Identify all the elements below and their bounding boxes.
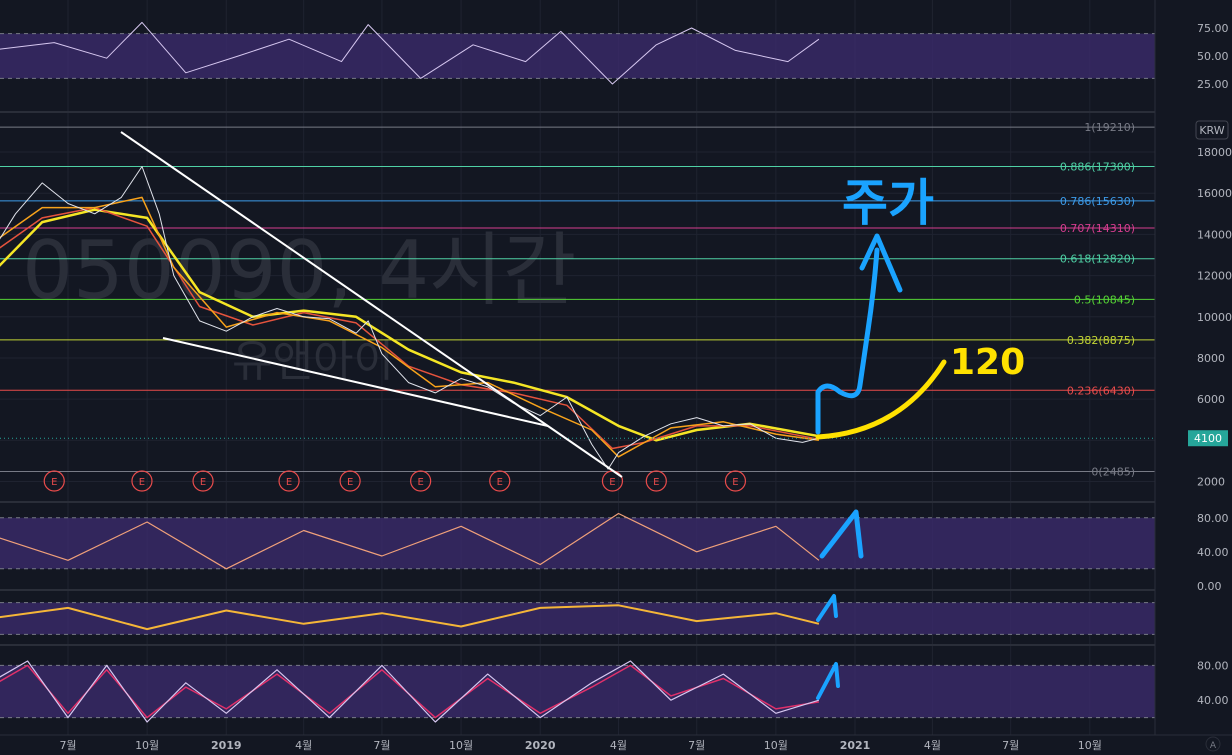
- earnings-badge-text: E: [347, 477, 353, 488]
- fib-level-label: 0.382(8875): [1067, 334, 1135, 347]
- symbol-watermark: 050090, 4시간: [22, 224, 576, 317]
- x-tick-label: 2021: [840, 739, 871, 752]
- oscillator-band: [0, 517, 1155, 569]
- x-tick-label: 4월: [924, 739, 941, 752]
- x-tick-label: 10월: [1078, 739, 1102, 752]
- y-tick-label: 16000: [1197, 187, 1232, 200]
- y-tick-label: 6000: [1197, 393, 1225, 406]
- y-tick-label: 12000: [1197, 270, 1232, 283]
- x-tick-label: 2019: [211, 739, 242, 752]
- auto-scale-glyph: A: [1210, 741, 1217, 751]
- earnings-badge-text: E: [139, 477, 145, 488]
- osc-tick-label: 0.00: [1197, 580, 1222, 593]
- y-tick-label: 10000: [1197, 311, 1232, 324]
- fib-level-label: 0.236(6430): [1067, 384, 1135, 397]
- fib-level-label: 0.786(15630): [1060, 195, 1135, 208]
- earnings-badge-text: E: [497, 477, 503, 488]
- y-tick-label: 14000: [1197, 228, 1232, 241]
- fib-level-label: 0.707(14310): [1060, 222, 1135, 235]
- earnings-badge-text: E: [200, 477, 206, 488]
- fib-level-label: 0.886(17300): [1060, 160, 1135, 173]
- x-tick-label: 7월: [59, 739, 76, 752]
- x-tick-label: 7월: [1002, 739, 1019, 752]
- chart-background: [0, 0, 1232, 755]
- x-tick-label: 7월: [373, 739, 390, 752]
- y-tick-label: 2000: [1197, 475, 1225, 488]
- earnings-badge-text: E: [286, 477, 292, 488]
- fib-level-label: 0(2485): [1091, 465, 1135, 478]
- auto-scale-button[interactable]: A: [1205, 736, 1221, 752]
- x-tick-label: 4월: [295, 739, 312, 752]
- currency-label: KRW: [1199, 124, 1224, 137]
- currency-badge[interactable]: KRW: [1195, 120, 1229, 140]
- x-tick-label: 10월: [449, 739, 473, 752]
- target-annotation-text: 120: [950, 342, 1025, 383]
- ko-annotation-text: 주가: [842, 174, 934, 232]
- name-watermark: 유앤아이: [232, 336, 394, 387]
- earnings-badge-text: E: [417, 477, 423, 488]
- y-tick-label: 8000: [1197, 352, 1225, 365]
- osc-tick-label: 75.00: [1197, 22, 1229, 35]
- oscillator-band: [0, 33, 1155, 79]
- osc-tick-label: 40.00: [1197, 694, 1229, 707]
- fib-level-label: 1(19210): [1084, 121, 1135, 134]
- fib-level-label: 0.618(12820): [1060, 253, 1135, 266]
- osc-tick-label: 50.00: [1197, 50, 1229, 63]
- y-tick-label: 18000: [1197, 146, 1232, 159]
- x-tick-label: 2020: [525, 739, 556, 752]
- x-tick-label: 7월: [688, 739, 705, 752]
- price-axis[interactable]: [1155, 0, 1232, 755]
- fib-level-label: 0.5(10845): [1074, 293, 1135, 306]
- x-tick-label: 10월: [135, 739, 159, 752]
- trading-chart[interactable]: 050090, 4시간 유앤아이 E E E E E E E E E E 주가 120 2000 4…: [0, 0, 1232, 755]
- x-tick-label: 4월: [610, 739, 627, 752]
- last-price-badge: 4100: [1188, 430, 1228, 447]
- earnings-badge-text: E: [653, 477, 659, 488]
- x-tick-label: 10월: [764, 739, 788, 752]
- earnings-badge-text: E: [51, 477, 57, 488]
- osc-tick-label: 80.00: [1197, 512, 1229, 525]
- earnings-badge-text: E: [609, 477, 615, 488]
- osc-tick-label: 25.00: [1197, 78, 1229, 91]
- last-price-label: 4100: [1194, 432, 1222, 445]
- earnings-badge-text: E: [732, 477, 738, 488]
- osc-tick-label: 80.00: [1197, 659, 1229, 672]
- oscillator-band: [0, 665, 1155, 718]
- osc-tick-label: 40.00: [1197, 546, 1229, 559]
- time-axis[interactable]: [0, 735, 1155, 755]
